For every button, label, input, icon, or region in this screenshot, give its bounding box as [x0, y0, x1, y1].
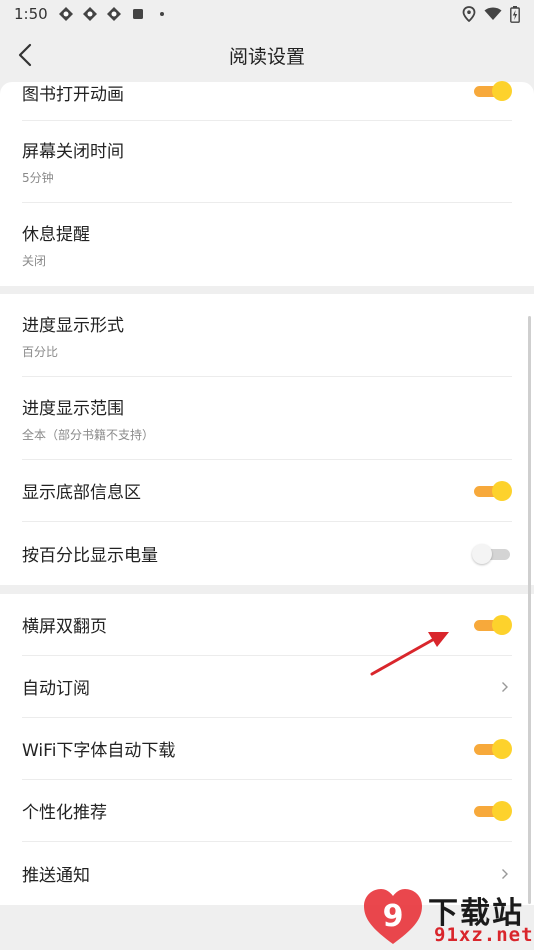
toggle-switch[interactable] — [472, 738, 512, 760]
toggle-knob — [492, 480, 512, 501]
setting-label: 自动订阅 — [22, 679, 90, 699]
nav-bar: 阅读设置 — [0, 28, 534, 82]
back-button[interactable] — [10, 40, 40, 70]
toggle-switch[interactable] — [472, 614, 512, 636]
setting-row-bottom-info[interactable]: 显示底部信息区 — [22, 460, 512, 522]
app-notification-icon — [82, 7, 97, 21]
toggle-knob — [472, 543, 492, 564]
toggle-knob — [492, 614, 512, 635]
settings-section: 图书打开动画 屏幕关闭时间 5分钟 休息提醒 关闭 — [0, 80, 534, 286]
setting-row-rest-reminder[interactable]: 休息提醒 关闭 — [22, 203, 512, 286]
toggle-switch[interactable] — [472, 480, 512, 502]
setting-label: 图书打开动画 — [22, 85, 124, 105]
settings-section: 横屏双翻页 自动订阅 WiFi下字体自动下载 个性化推荐 推送通知 — [0, 594, 534, 905]
settings-section: 进度显示形式 百分比 进度显示范围 全本（部分书籍不支持） 显示底部信息区 按百… — [0, 294, 534, 585]
scrollbar[interactable] — [528, 316, 531, 904]
setting-row-landscape-double-page[interactable]: 横屏双翻页 — [22, 594, 512, 656]
setting-label: 推送通知 — [22, 866, 90, 886]
chevron-right-icon — [498, 865, 512, 883]
watermark-logo: 9 — [364, 889, 422, 944]
setting-row-personalized-recommend[interactable]: 个性化推荐 — [22, 780, 512, 842]
setting-texts: 进度显示形式 百分比 — [22, 311, 124, 360]
setting-row-progress-format[interactable]: 进度显示形式 百分比 — [22, 294, 512, 377]
setting-row-screen-off-time[interactable]: 屏幕关闭时间 5分钟 — [22, 121, 512, 203]
app-notification-icon — [106, 7, 121, 21]
setting-texts: 横屏双翻页 — [22, 612, 107, 637]
setting-texts: WiFi下字体自动下载 — [22, 736, 175, 761]
setting-texts: 图书打开动画 — [22, 80, 124, 105]
setting-label: 进度显示形式 — [22, 315, 124, 336]
battery-icon — [510, 5, 520, 23]
setting-label: 显示底部信息区 — [22, 483, 141, 503]
location-icon — [462, 6, 476, 22]
setting-label: 休息提醒 — [22, 225, 90, 245]
app-notification-icon — [58, 7, 73, 21]
toggle-switch[interactable] — [472, 800, 512, 822]
status-bar: 1:50 — [0, 0, 534, 28]
chevron-right-icon — [498, 678, 512, 696]
toggle-switch[interactable] — [472, 80, 512, 102]
setting-label: WiFi下字体自动下载 — [22, 741, 176, 761]
setting-label: 屏幕关闭时间 — [22, 142, 124, 162]
setting-label: 个性化推荐 — [22, 803, 107, 823]
page-title: 阅读设置 — [228, 45, 305, 68]
setting-row-progress-range[interactable]: 进度显示范围 全本（部分书籍不支持） — [22, 377, 512, 460]
setting-texts: 屏幕关闭时间 5分钟 — [22, 137, 124, 186]
watermark-domain: 91xz.net — [434, 924, 534, 946]
toggle-knob — [492, 800, 512, 821]
setting-value: 5分钟 — [22, 171, 54, 185]
setting-label: 进度显示范围 — [22, 398, 124, 419]
setting-row-book-open-animation[interactable]: 图书打开动画 — [22, 80, 512, 121]
setting-row-auto-subscribe[interactable]: 自动订阅 — [22, 656, 512, 718]
setting-texts: 显示底部信息区 — [22, 478, 141, 503]
toggle-knob — [492, 81, 512, 101]
setting-row-wifi-font-download[interactable]: WiFi下字体自动下载 — [22, 718, 512, 780]
watermark: 9 下载站 91xz.net — [362, 884, 534, 950]
setting-texts: 推送通知 — [22, 861, 90, 886]
wifi-icon — [484, 7, 502, 20]
setting-value: 关闭 — [22, 254, 47, 268]
setting-label: 横屏双翻页 — [22, 617, 107, 637]
setting-texts: 进度显示范围 全本（部分书籍不支持） — [22, 394, 154, 443]
setting-value: 全本（部分书籍不支持） — [22, 427, 155, 442]
setting-texts: 自动订阅 — [22, 674, 90, 699]
square-notification-icon — [132, 9, 143, 19]
setting-label: 按百分比显示电量 — [22, 546, 158, 566]
setting-value: 百分比 — [22, 344, 59, 359]
setting-texts: 休息提醒 关闭 — [22, 220, 90, 269]
watermark-logo-text: 9 — [383, 899, 404, 934]
setting-texts: 按百分比显示电量 — [22, 541, 158, 566]
more-dot-icon — [159, 12, 164, 16]
setting-row-battery-percent[interactable]: 按百分比显示电量 — [22, 522, 512, 585]
setting-texts: 个性化推荐 — [22, 798, 107, 823]
toggle-switch[interactable] — [472, 543, 512, 565]
back-arrow-icon — [18, 43, 32, 67]
status-time: 1:50 — [14, 5, 48, 23]
toggle-knob — [492, 738, 512, 759]
